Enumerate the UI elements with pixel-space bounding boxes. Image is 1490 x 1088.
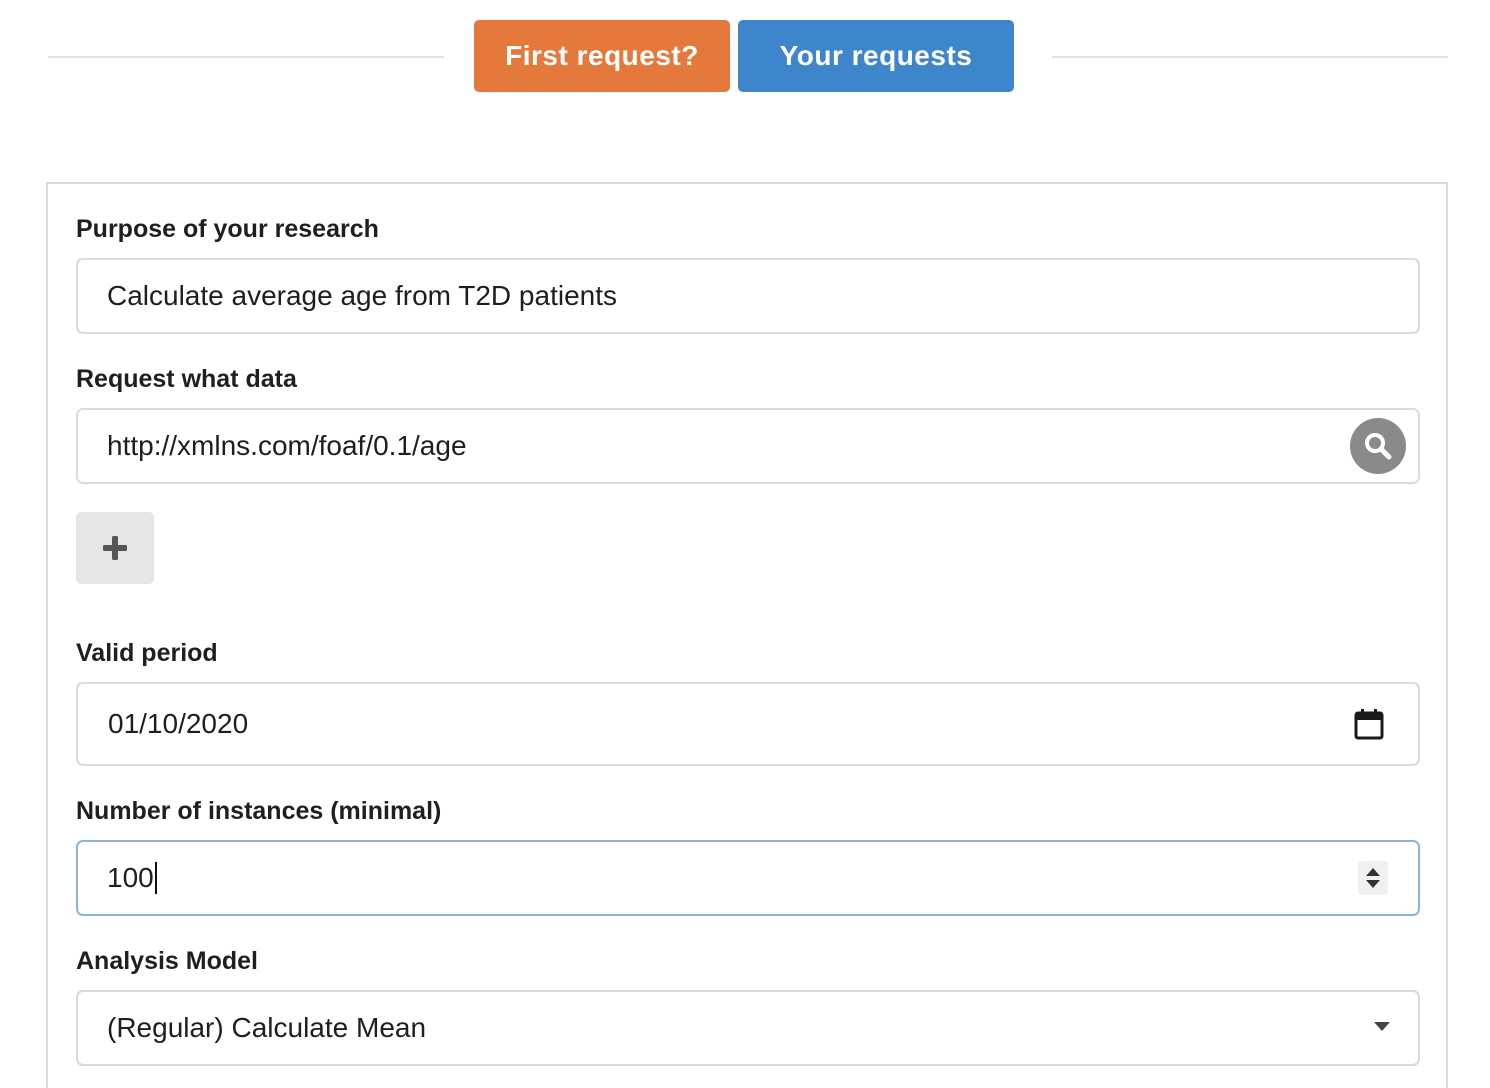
valid-period-label: Valid period [76, 639, 218, 667]
calendar-icon[interactable] [1354, 708, 1384, 740]
add-data-button[interactable] [76, 512, 154, 584]
text-caret [154, 862, 157, 894]
divider-left [48, 56, 444, 58]
request-data-input[interactable]: http://xmlns.com/foaf/0.1/age [76, 408, 1420, 484]
valid-period-input[interactable]: 01/10/2020 [76, 682, 1420, 766]
analysis-model-label: Analysis Model [76, 947, 258, 975]
purpose-input[interactable]: Calculate average age from T2D patients [76, 258, 1420, 334]
search-icon [1365, 433, 1392, 460]
search-button[interactable] [1350, 418, 1406, 474]
instances-value: 100 [107, 862, 154, 893]
request-data-label: Request what data [76, 365, 297, 393]
request-data-value: http://xmlns.com/foaf/0.1/age [107, 430, 467, 461]
your-requests-button[interactable]: Your requests [738, 20, 1014, 92]
instances-label: Number of instances (minimal) [76, 797, 442, 825]
valid-period-value: 01/10/2020 [108, 708, 249, 739]
analysis-model-value: (Regular) Calculate Mean [107, 1012, 427, 1043]
purpose-label: Purpose of your research [76, 215, 379, 243]
number-stepper[interactable] [1358, 861, 1388, 895]
divider-right [1052, 56, 1448, 58]
analysis-model-select[interactable]: (Regular) Calculate Mean [76, 990, 1420, 1066]
chevron-down-icon [1374, 1022, 1390, 1031]
instances-input[interactable]: 100 [76, 840, 1420, 916]
purpose-value: Calculate average age from T2D patients [107, 280, 617, 311]
stepper-arrows-icon [1366, 868, 1380, 888]
plus-icon [103, 536, 127, 560]
first-request-button[interactable]: First request? [474, 20, 730, 92]
page: First request? Your requests Purpose of … [0, 0, 1490, 1088]
